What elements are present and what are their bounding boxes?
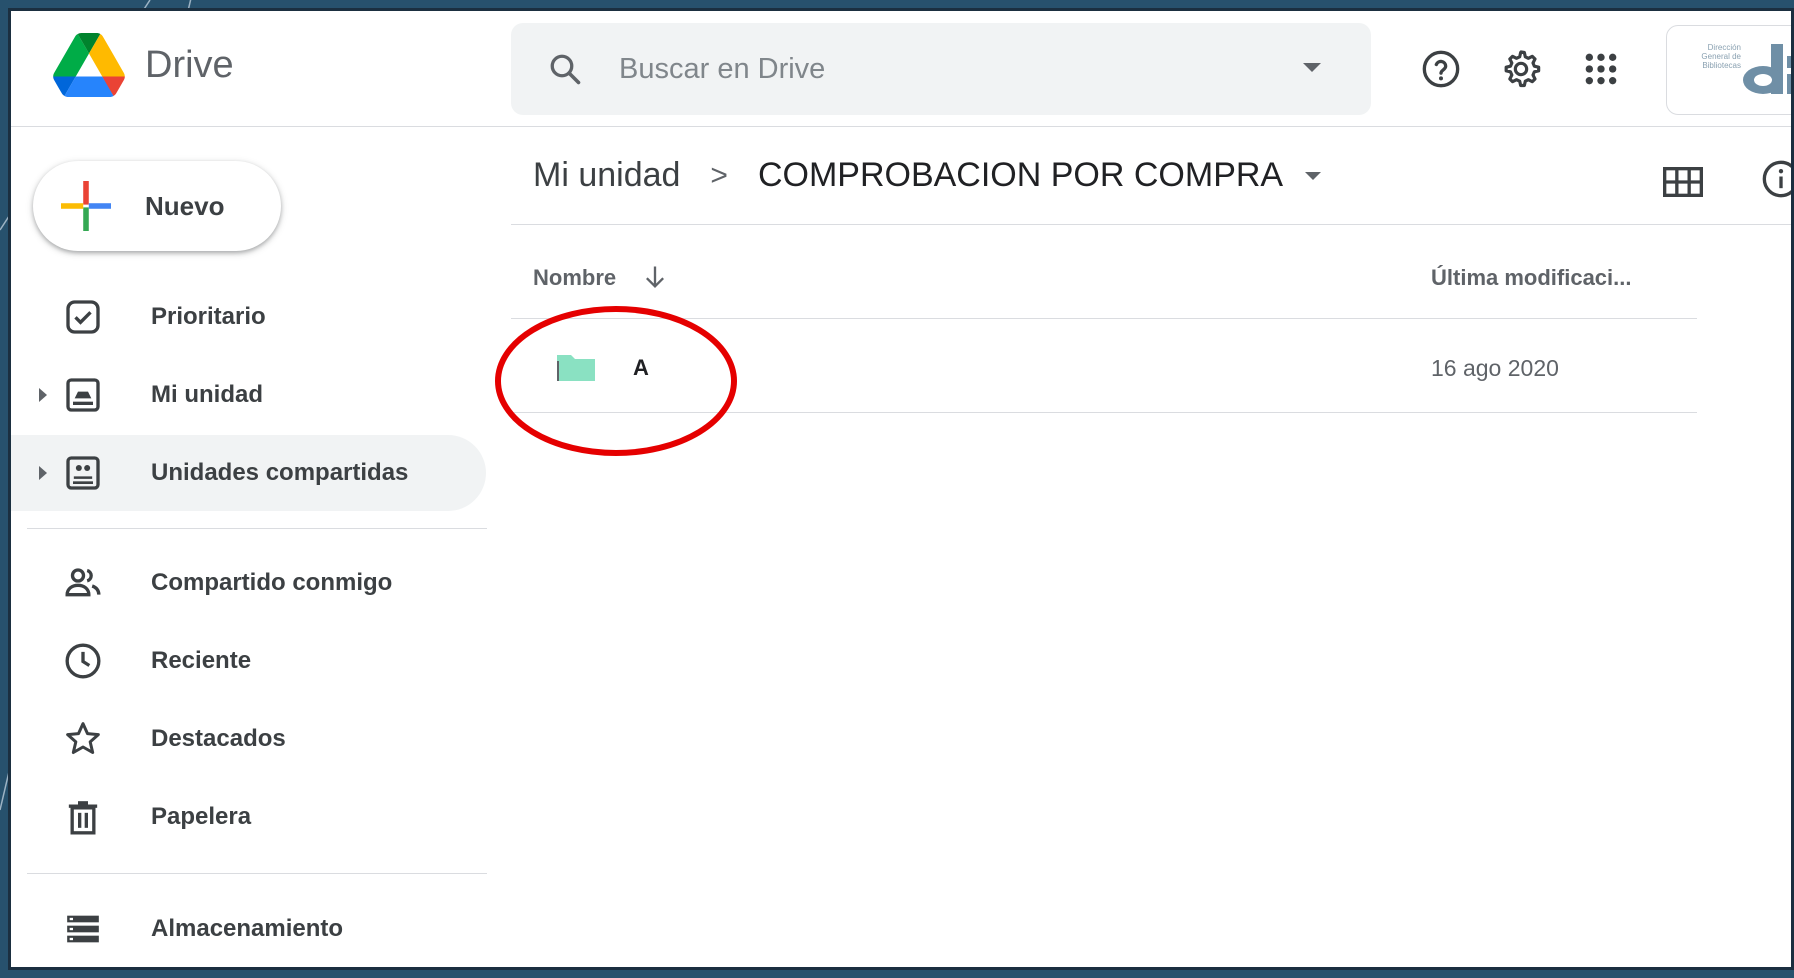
sidebar-item-label: Reciente [151,647,252,674]
search-icon[interactable] [547,51,583,87]
main-content: Mi unidad > COMPROBACION POR COMPRA Nomb… [511,127,1791,967]
top-bar: Drive Dire [11,11,1791,127]
info-icon[interactable] [1761,159,1794,199]
sidebar-item-mi-unidad[interactable]: Mi unidad [11,357,486,433]
sidebar-divider [27,528,487,529]
drive-window: Drive Dire [8,8,1794,970]
sidebar-item-label: Almacenamiento [151,915,344,942]
apps-grid-icon[interactable] [1581,49,1621,89]
breadcrumb-separator: > [710,158,728,192]
expand-arrow-icon[interactable] [39,466,47,480]
my-drive-icon [66,378,100,412]
new-button-label: Nuevo [145,190,225,221]
help-icon[interactable] [1421,49,1461,89]
column-header-name[interactable]: Nombre [533,265,616,291]
table-row[interactable]: A 16 ago 2020 [511,319,1697,413]
search-input[interactable] [619,52,1259,86]
folder-menu-dropdown-icon[interactable] [1305,171,1322,180]
folder-icon [557,355,595,381]
expand-arrow-icon[interactable] [39,388,47,402]
search-options-dropdown-icon[interactable] [1303,63,1321,72]
plus-icon [61,181,111,231]
trash-icon [68,801,98,835]
column-header-modified[interactable]: Última modificaci... [1431,265,1632,291]
organization-logo: Dirección General de Bibliotecas [1701,43,1791,94]
breadcrumb-root[interactable]: Mi unidad [533,156,680,195]
svg-text:General de: General de [1701,52,1741,61]
sidebar: Nuevo Prioritario Mi unidad Unidades com… [11,127,487,967]
sidebar-divider [27,873,487,874]
svg-text:Bibliotecas: Bibliotecas [1702,61,1741,70]
storage-icon [67,915,99,943]
shared-drives-icon [66,456,100,490]
star-icon [66,722,100,754]
shared-with-me-icon [65,568,101,597]
sidebar-item-label: Prioritario [151,303,266,330]
new-button[interactable]: Nuevo [33,161,281,251]
breadcrumb-current-folder[interactable]: COMPROBACION POR COMPRA [758,156,1283,195]
svg-text:Dirección: Dirección [1708,43,1741,52]
drive-logo[interactable]: Drive [51,33,234,97]
sidebar-item-papelera[interactable]: Papelera [11,779,486,855]
sidebar-item-compartido-conmigo[interactable]: Compartido conmigo [11,545,486,621]
file-list-header: Nombre Última modificaci... [511,225,1697,319]
sidebar-item-almacenamiento[interactable]: Almacenamiento [11,891,486,967]
sidebar-item-destacados[interactable]: Destacados [11,701,486,777]
sidebar-item-prioritario[interactable]: Prioritario [11,279,486,355]
sidebar-item-unidades-compartidas[interactable]: Unidades compartidas [11,435,486,511]
arrow-down-icon[interactable] [641,263,669,291]
file-modified-date: 16 ago 2020 [1431,355,1559,381]
sidebar-item-label: Mi unidad [151,381,263,408]
clock-icon [65,643,101,679]
priority-icon [66,300,100,334]
drive-logo-icon [53,33,125,97]
sidebar-item-reciente[interactable]: Reciente [11,623,486,699]
sidebar-item-label: Unidades compartidas [151,459,409,486]
grid-view-icon[interactable] [1663,167,1703,197]
sidebar-item-label: Compartido conmigo [151,569,393,596]
sidebar-item-label: Destacados [151,725,286,752]
search-bar[interactable] [511,23,1371,115]
file-name[interactable]: A [633,355,649,381]
settings-icon[interactable] [1501,49,1541,89]
app-name: Drive [145,43,234,86]
sidebar-item-label: Papelera [151,803,252,830]
account-logo[interactable]: Dirección General de Bibliotecas [1666,25,1791,115]
breadcrumb: Mi unidad > COMPROBACION POR COMPRA [511,127,1791,225]
